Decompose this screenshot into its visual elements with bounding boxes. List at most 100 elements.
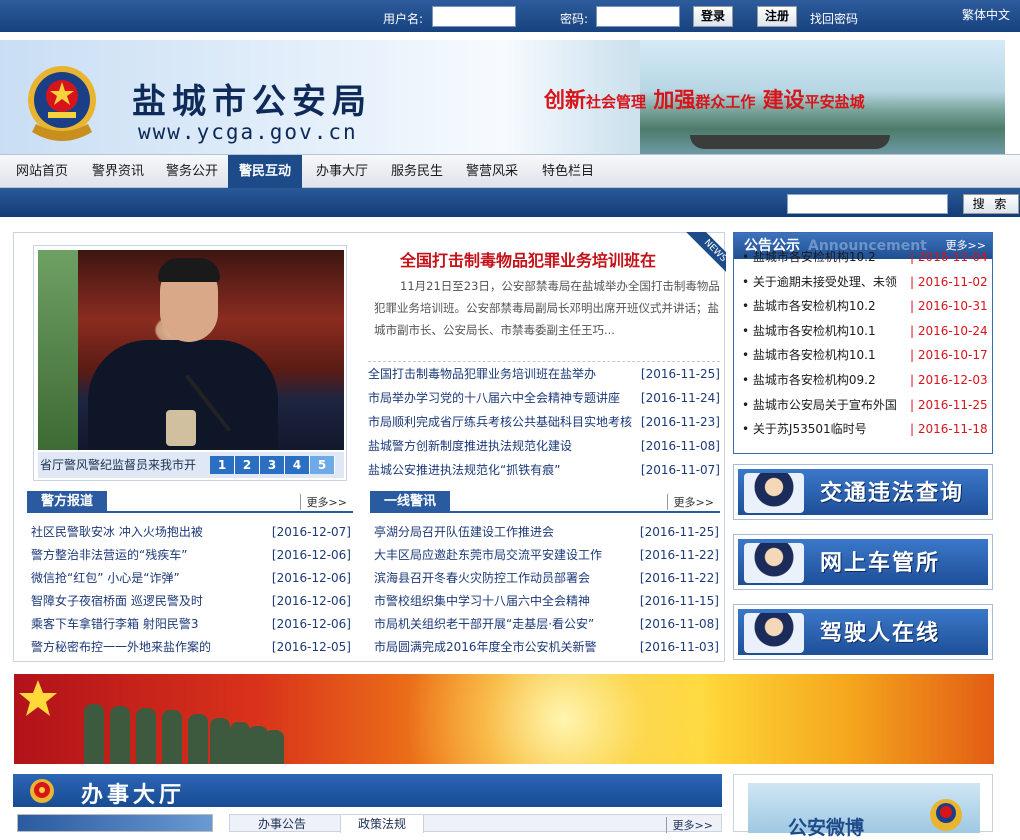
list-item[interactable]: 盐城警方创新制度推进执法规范化建设 [2016-11-08] bbox=[368, 434, 720, 458]
list-item[interactable]: 市局举办学习党的十八届六中全会精神专题讲座 [2016-11-24] bbox=[368, 386, 720, 410]
list-item[interactable]: • 盐城市各安检机构10.1 | 2016-10-24 bbox=[734, 319, 992, 344]
service-hall-header: 办事大厅 bbox=[13, 774, 722, 808]
top-news-list: 全国打击制毒物品犯罪业务培训班在盐举办 [2016-11-25] 市局举办学习党的… bbox=[368, 361, 720, 482]
headline-title[interactable]: 全国打击制毒物品犯罪业务培训班在 bbox=[400, 247, 656, 271]
news-panel: 省厅警风警纪监督员来我市开 1 2 3 4 5 全国打击制毒物品犯罪业务培训班在… bbox=[13, 232, 726, 662]
vehicle-office-icon bbox=[744, 543, 804, 583]
traditional-chinese-link[interactable]: 繁体中文 bbox=[962, 6, 1010, 23]
list-item[interactable]: 智障女子夜宿桥面 巡逻民警及时 [2016-12-06] bbox=[31, 590, 351, 613]
weibo-banner[interactable]: 公安微博 bbox=[748, 783, 980, 839]
notice-scroll-list: • 盐城市各安检机构10.2 | 2016-11-04 • 关于逾期未接受处理、未… bbox=[734, 245, 992, 439]
list-item[interactable]: • 关于苏J53501临时号 | 2016-11-18 bbox=[734, 417, 992, 439]
police-report-title[interactable]: 警方报道 bbox=[27, 491, 108, 513]
news-date: [2016-11-07] bbox=[640, 463, 720, 477]
frontline-header: 一线警讯 更多>> bbox=[370, 491, 720, 513]
traffic-police-icon bbox=[744, 473, 804, 513]
list-item[interactable]: • 盐城市各安检机构10.2 | 2016-10-31 bbox=[734, 294, 992, 319]
notice-title-text[interactable]: 关于逾期未接受处理、未领 bbox=[753, 270, 909, 295]
slider-page-button[interactable]: 1 bbox=[210, 456, 235, 474]
nav-item-interaction[interactable]: 警民互动 bbox=[228, 155, 302, 188]
notice-date: | 2016-10-31 bbox=[910, 299, 988, 314]
list-item[interactable]: • 盐城市公安局关于宣布外国 | 2016-11-25 bbox=[734, 393, 992, 418]
tab-hall-notice[interactable]: 办事公告 bbox=[258, 815, 306, 833]
site-banner: 盐城市公安局 www.ycga.gov.cn 创新社会管理 加强群众工作 建设平… bbox=[0, 40, 1005, 154]
list-item[interactable]: 盐城公安推进执法规范化“抓铁有痕” [2016-11-07] bbox=[368, 458, 720, 482]
list-item[interactable]: 市警校组织集中学习十八届六中全会精神 [2016-11-15] bbox=[374, 590, 719, 613]
slogan-part: 群众工作 bbox=[695, 93, 756, 111]
notice-title-text[interactable]: 盐城市各安检机构10.2 bbox=[753, 294, 909, 319]
notice-date: | 2016-12-03 bbox=[910, 372, 988, 387]
list-item[interactable]: 滨海县召开冬春火灾防控工作动员部署会 [2016-11-22] bbox=[374, 567, 719, 590]
slogan: 创新社会管理 加强群众工作 建设平安盐城 bbox=[544, 84, 865, 114]
news-ribbon: NEWS bbox=[686, 232, 726, 272]
list-item[interactable]: 大丰区局应邀赴东莞市局交流平安建设工作 [2016-11-22] bbox=[374, 544, 719, 567]
service-label: 驾驶人在线 bbox=[820, 620, 941, 646]
notice-title-text[interactable]: 盐城市各安检机构09.2 bbox=[753, 368, 909, 393]
notice-title-text[interactable]: 盐城市各安检机构10.1 bbox=[753, 343, 909, 368]
search-input[interactable] bbox=[787, 194, 948, 214]
list-item[interactable]: 警方整治非法营运的“残疾车” [2016-12-06] bbox=[31, 544, 351, 567]
notice-title-text[interactable]: 盐城市公安局关于宣布外国 bbox=[753, 393, 909, 418]
list-item[interactable]: • 盐城市各安检机构09.2 | 2016-12-03 bbox=[734, 368, 992, 393]
list-item[interactable]: 市局顺利完成省厅练兵考核公共基础科目实地考核 [2016-11-23] bbox=[368, 410, 720, 434]
slider-page-button[interactable]: 3 bbox=[260, 456, 285, 474]
nav-item-service-hall[interactable]: 办事大厅 bbox=[306, 155, 378, 188]
service-hall-image[interactable] bbox=[17, 814, 213, 832]
notice-title-text[interactable]: 盐城市各安检机构10.2 bbox=[753, 245, 909, 270]
notice-date: | 2016-11-18 bbox=[910, 422, 988, 437]
nav-item-features[interactable]: 特色栏目 bbox=[532, 155, 604, 188]
list-item[interactable]: 乘客下车拿错行李箱 射阳民警3 [2016-12-06] bbox=[31, 613, 351, 636]
notice-title-text[interactable]: 关于苏J53501临时号 bbox=[753, 417, 909, 439]
slider-page-button-active[interactable]: 5 bbox=[310, 456, 335, 474]
list-item[interactable]: 市局机关组织老干部开展“走基层·看公安” [2016-11-08] bbox=[374, 613, 719, 636]
top-login-bar: 用户名: 密码: 登录 注册 找回密码 繁体中文 bbox=[0, 0, 1020, 32]
service-hall-more-link[interactable]: 更多>> bbox=[665, 817, 713, 833]
service-hall-title: 办事大厅 bbox=[81, 782, 186, 808]
driver-online-button[interactable]: 驾驶人在线 bbox=[733, 604, 993, 660]
list-item[interactable]: 全国打击制毒物品犯罪业务培训班在盐举办 [2016-11-25] bbox=[368, 362, 720, 386]
slider-page-button[interactable]: 2 bbox=[235, 456, 260, 474]
traffic-violation-query-button[interactable]: 交通违法查询 bbox=[733, 464, 993, 520]
promo-banner[interactable] bbox=[14, 674, 994, 764]
list-item[interactable]: 微信抢“红包” 小心是“诈弹” [2016-12-06] bbox=[31, 567, 351, 590]
nav-item-livelihood[interactable]: 服务民生 bbox=[381, 155, 453, 188]
online-vehicle-office-button[interactable]: 网上车管所 bbox=[733, 534, 993, 590]
list-item[interactable]: 社区民警耿安冰 冲入火场抱出被 [2016-12-07] bbox=[31, 521, 351, 544]
main-nav: 网站首页 警界资讯 警务公开 警民互动 办事大厅 服务民生 警营风采 特色栏目 bbox=[0, 154, 1020, 188]
password-label: 密码: bbox=[560, 12, 589, 26]
banner-glow bbox=[314, 674, 814, 764]
nav-item-police-style[interactable]: 警营风采 bbox=[456, 155, 528, 188]
police-report-more-link[interactable]: 更多>> bbox=[299, 494, 347, 510]
site-url: www.ycga.gov.cn bbox=[138, 120, 358, 144]
list-item[interactable]: • 盐城市各安检机构10.1 | 2016-10-17 bbox=[734, 343, 992, 368]
list-item[interactable]: 市局圆满完成2016年度全市公安机关新警 [2016-11-03] bbox=[374, 636, 719, 659]
police-report-header: 警方报道 更多>> bbox=[27, 491, 353, 513]
list-item[interactable]: 亭湖分局召开队伍建设工作推进会 [2016-11-25] bbox=[374, 521, 719, 544]
tab-policy-regulations[interactable]: 政策法规 bbox=[340, 815, 424, 833]
nav-item-police-affairs[interactable]: 警务公开 bbox=[156, 155, 228, 188]
service-banner: 交通违法查询 bbox=[738, 469, 988, 515]
nav-item-home[interactable]: 网站首页 bbox=[6, 155, 78, 188]
list-item[interactable]: 警方秘密布控一一外地来盐作案的 [2016-12-05] bbox=[31, 636, 351, 659]
list-item[interactable]: • 盐城市各安检机构10.2 | 2016-11-04 bbox=[734, 245, 992, 270]
list-item[interactable]: • 关于逾期未接受处理、未领 | 2016-11-02 bbox=[734, 270, 992, 295]
username-input[interactable] bbox=[432, 6, 516, 27]
news-ribbon-label: NEWS bbox=[686, 232, 726, 272]
driver-icon bbox=[744, 613, 804, 653]
register-button[interactable]: 注册 bbox=[757, 6, 797, 27]
search-button[interactable]: 搜 索 bbox=[963, 194, 1019, 214]
slogan-part: 加强 bbox=[646, 87, 696, 112]
notice-date: | 2016-10-17 bbox=[910, 348, 988, 363]
slider-page-button[interactable]: 4 bbox=[285, 456, 310, 474]
photo-slider: 省厅警风警纪监督员来我市开 1 2 3 4 5 bbox=[33, 245, 347, 481]
forgot-password-link[interactable]: 找回密码 bbox=[810, 10, 858, 27]
notice-title-text[interactable]: 盐城市各安检机构10.1 bbox=[753, 319, 909, 344]
frontline-more-link[interactable]: 更多>> bbox=[666, 494, 714, 510]
slider-photo[interactable] bbox=[38, 250, 344, 450]
service-label: 交通违法查询 bbox=[820, 480, 965, 506]
frontline-title[interactable]: 一线警讯 bbox=[370, 491, 451, 513]
nav-item-police-news[interactable]: 警界资讯 bbox=[82, 155, 154, 188]
password-input[interactable] bbox=[596, 6, 680, 27]
news-date: [2016-12-06] bbox=[271, 548, 351, 562]
login-button[interactable]: 登录 bbox=[693, 6, 733, 27]
